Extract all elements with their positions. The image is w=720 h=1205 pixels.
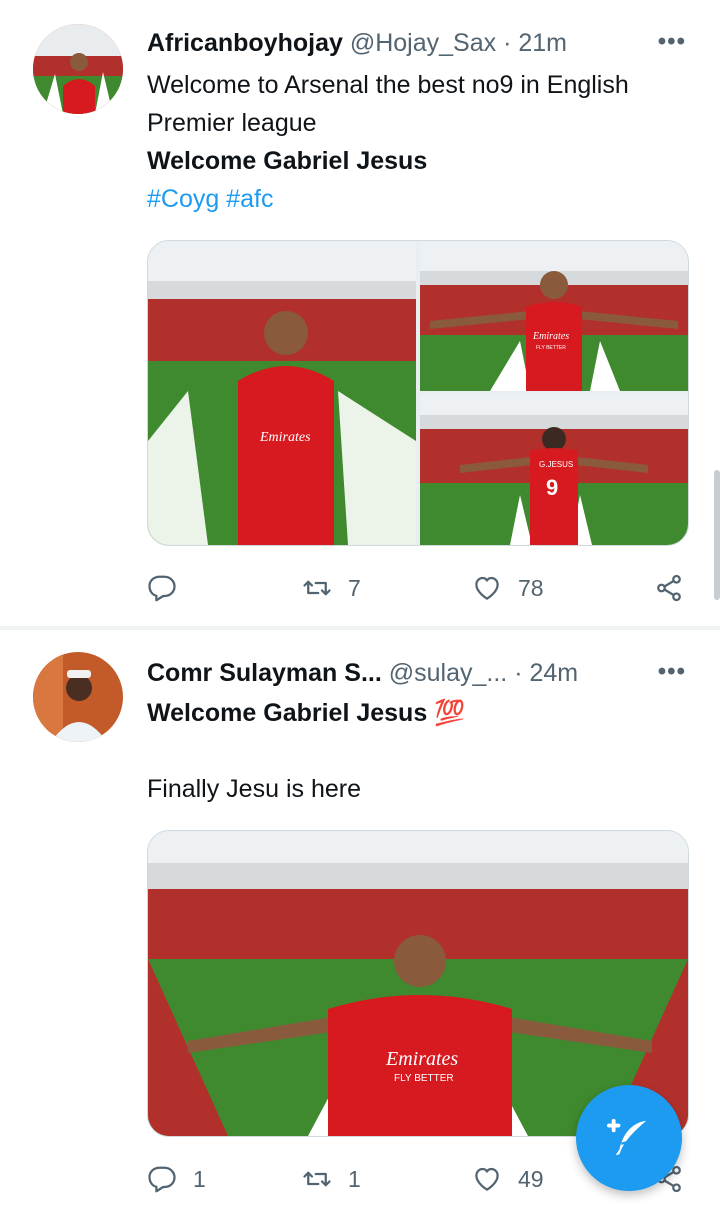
tweet-actions: 7 78 — [147, 568, 692, 608]
tweet-text: Welcome Gabriel Jesus 💯 Finally Jesu is … — [147, 694, 465, 808]
photo-jesus-arms-crossed[interactable]: Emirates — [148, 241, 416, 545]
retweet-button[interactable]: 7 — [302, 568, 361, 608]
compose-tweet-icon — [606, 1118, 647, 1156]
retweet-count: 1 — [348, 1165, 361, 1192]
reply-count: 1 — [193, 1165, 206, 1192]
tweet-text-line: Finally Jesu is here — [147, 775, 361, 803]
jersey-sponsor-text: Emirates — [532, 331, 569, 342]
retweet-button[interactable]: 1 — [302, 1159, 361, 1199]
avatar[interactable] — [33, 652, 123, 742]
timestamp[interactable]: 21m — [518, 29, 567, 57]
display-name[interactable]: Comr Sulayman S... — [147, 659, 382, 687]
user-handle[interactable]: @sulay_... — [389, 659, 507, 687]
separator-dot: · — [503, 29, 512, 57]
like-button[interactable]: 78 — [472, 568, 544, 608]
separator-dot: · — [514, 659, 523, 687]
like-icon — [475, 1167, 499, 1191]
jersey-sponsor-text: Emirates — [385, 1048, 458, 1070]
jersey-name-text: G.JESUS — [539, 460, 573, 469]
like-count: 78 — [518, 574, 544, 601]
tweet-text-line: Welcome to Arsenal the best no9 in Engli… — [147, 71, 629, 99]
photo-jesus-arms-wide-back[interactable]: G.JESUS 9 — [420, 395, 688, 545]
reply-icon — [148, 575, 176, 602]
retweet-icon — [303, 580, 331, 596]
avatar[interactable] — [33, 24, 123, 114]
hashtag-link[interactable]: #afc — [226, 185, 273, 213]
reply-button[interactable] — [147, 568, 177, 608]
share-icon — [657, 574, 681, 602]
tweet-text: Welcome to Arsenal the best no9 in Engli… — [147, 66, 629, 218]
tweet-text-line: Welcome Gabriel Jesus — [147, 147, 428, 175]
share-button[interactable] — [654, 568, 684, 608]
like-icon — [475, 576, 499, 600]
reply-button[interactable]: 1 — [147, 1159, 206, 1199]
like-count: 49 — [518, 1165, 544, 1192]
reply-icon — [148, 1166, 176, 1193]
scrollbar[interactable] — [714, 470, 720, 600]
photo-jesus-arms-wide-front[interactable]: Emirates FLY BETTER — [420, 241, 688, 391]
hashtag-link[interactable]: #Coyg — [147, 185, 219, 213]
like-button[interactable]: 49 — [472, 1159, 544, 1199]
hundred-points-emoji: 💯 — [434, 699, 466, 727]
tweet[interactable]: Africanboyhojay @Hojay_Sax · 21m ••• Wel… — [0, 0, 720, 626]
tweet-header: Comr Sulayman S... @sulay_... · 24m — [147, 658, 578, 688]
more-icon[interactable]: ••• — [658, 28, 686, 56]
tweet-text-line: Premier league — [147, 109, 317, 137]
timestamp[interactable]: 24m — [529, 659, 578, 687]
compose-tweet-button[interactable] — [576, 1085, 682, 1191]
retweet-count: 7 — [348, 574, 361, 601]
tweet-header: Africanboyhojay @Hojay_Sax · 21m — [147, 28, 567, 58]
media-grid[interactable]: Emirates Emirates FLY BETTER G.JESUS 9 — [147, 240, 689, 546]
jersey-slogan-text: FLY BETTER — [394, 1073, 454, 1084]
jersey-slogan-text: FLY BETTER — [536, 345, 566, 351]
display-name[interactable]: Africanboyhojay — [147, 29, 343, 57]
retweet-icon — [303, 1171, 331, 1187]
jersey-sponsor-text: Emirates — [259, 430, 311, 445]
more-icon[interactable]: ••• — [658, 658, 686, 686]
tweet-text-line: Welcome Gabriel Jesus — [147, 699, 428, 727]
user-handle[interactable]: @Hojay_Sax — [350, 29, 496, 57]
jersey-number-text: 9 — [546, 475, 558, 500]
